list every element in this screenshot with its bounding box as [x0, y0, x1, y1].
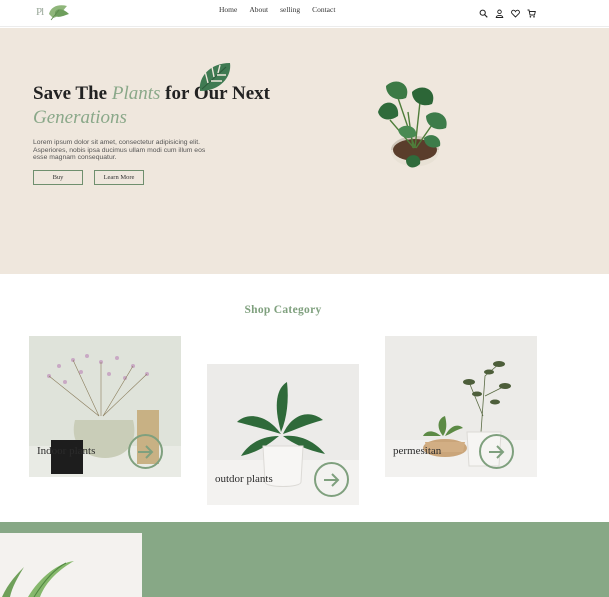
hero-title: Save The Plants for Our Next Generations [33, 82, 273, 130]
monstera-leaf-decoration [199, 63, 231, 91]
category-card-outdoor[interactable]: outdor plants [207, 364, 359, 505]
logo-text: Pl [36, 6, 44, 18]
search-icon[interactable] [479, 5, 488, 18]
nav-link-contact[interactable]: Contact [312, 5, 335, 14]
shop-category-title: Shop Category [244, 304, 322, 316]
hero-title-text: Save The [33, 83, 112, 104]
grass-leaf-icon [2, 561, 74, 597]
buy-button[interactable]: Buy [33, 170, 83, 185]
learn-more-button[interactable]: Learn More [94, 170, 144, 185]
category-label: outdor plants [215, 473, 273, 485]
arrow-right-icon[interactable] [128, 434, 163, 469]
logo[interactable]: Pl [35, 2, 71, 24]
hero-title-accent: Plants [111, 83, 161, 104]
category-label: permesitan [393, 445, 442, 457]
nav-link-selling[interactable]: selling [280, 5, 300, 14]
user-icon[interactable] [495, 5, 504, 18]
nav-link-home[interactable]: Home [219, 5, 237, 14]
category-label: Indoor plants [37, 445, 96, 457]
cart-icon[interactable] [527, 5, 536, 18]
nav-icons [479, 5, 536, 18]
hero-title-accent: Generations [33, 107, 127, 128]
potted-monstera-image [378, 81, 447, 168]
arrow-right-icon[interactable] [479, 434, 514, 469]
main-menu: Home About selling Contact [219, 5, 335, 14]
leaf-logo-icon [49, 5, 69, 21]
nav-link-about[interactable]: About [249, 5, 268, 14]
category-card-indoor[interactable]: Indoor plants [29, 336, 181, 477]
heart-icon[interactable] [511, 5, 520, 18]
hero-description: Lorem ipsum dolor sit amet, consectetur … [33, 139, 206, 162]
category-card-permesitan[interactable]: permesitan [385, 336, 537, 477]
top-navbar: Pl Home About selling Contact [0, 0, 609, 27]
arrow-right-icon[interactable] [314, 462, 349, 497]
featured-plant-image [0, 533, 142, 597]
hero-section: Save The Plants for Our Next Generations… [0, 28, 609, 274]
